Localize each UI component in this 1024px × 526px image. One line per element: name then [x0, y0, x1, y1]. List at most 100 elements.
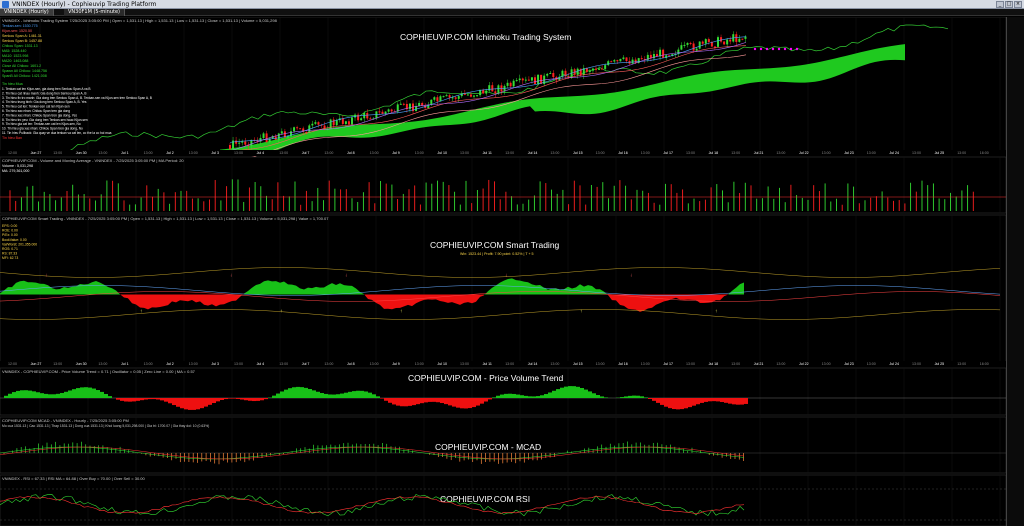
smart-stat: Val/Worst: 201,355.000 — [2, 242, 37, 246]
smart-stat: BookValue: 0.00 — [2, 238, 27, 242]
candle — [695, 48, 698, 51]
ichimoku-legend-item: MA10: 1523.998 — [2, 54, 28, 58]
pvt-area — [464, 398, 468, 409]
pvt-area — [4, 395, 8, 398]
pane-pvt[interactable]: VNINDEX - COPHIEUVIP.COM - Price Volume … — [0, 367, 1007, 416]
time-tick: 13:00 — [731, 362, 740, 366]
time-tick: Jul 18 — [709, 151, 719, 155]
projection-dot — [771, 47, 775, 51]
smart-area — [384, 294, 388, 309]
smart-area — [16, 281, 20, 295]
tab-vn30f1m[interactable]: VN30F1M (5-minute) — [64, 9, 126, 16]
pvt-area — [476, 398, 480, 406]
smart-area — [368, 294, 372, 300]
pvt-area — [492, 397, 496, 398]
buy-signals-title: Tin hieu Mua — [2, 82, 23, 86]
smart-area — [404, 294, 408, 307]
pvt-area — [532, 396, 536, 398]
pvt-area — [660, 398, 664, 405]
pvt-area — [668, 398, 672, 409]
pvt-area — [276, 393, 280, 398]
pvt-area — [144, 398, 148, 400]
candle — [402, 103, 405, 105]
pane-volume[interactable]: COPHIEUVIP.COM - Volume and Moving Avera… — [0, 156, 1007, 214]
buy-signal-line: 6. Tin hieu xac nhan: Chikou Span tren g… — [2, 109, 70, 113]
minimize-button[interactable]: _ — [996, 1, 1004, 8]
pvt-area — [708, 398, 712, 402]
pane-header-smart: COPHIEUVIP.COM Smart Trading - VNINDEX -… — [2, 216, 329, 221]
pane-smart[interactable]: COPHIEUVIP.COM Smart Trading - VNINDEX -… — [0, 214, 1007, 367]
smart-area — [280, 281, 284, 295]
chart-workspace[interactable]: VNINDEX - Ichimoku Trading System 7/25/2… — [0, 17, 1024, 526]
pvt-area — [540, 395, 544, 398]
smart-area — [216, 294, 220, 307]
smart-area — [716, 294, 720, 301]
pane-ichimoku[interactable]: VNINDEX - Ichimoku Trading System 7/25/2… — [0, 17, 1007, 162]
pvt-area — [628, 395, 632, 398]
signal-arrow: ↓ — [630, 273, 633, 279]
smart-area — [196, 294, 200, 303]
candle — [485, 90, 488, 94]
ichimoku-legend-item: Spawn All Chikou: 1448.756 — [2, 69, 47, 73]
candle — [720, 37, 723, 42]
tab-vnindex-hourly[interactable]: VNINDEX (Hourly) — [0, 9, 54, 16]
pvt-area — [404, 398, 408, 407]
pvt-area — [388, 398, 392, 403]
candle — [293, 127, 296, 132]
pvt-area — [444, 398, 448, 405]
candle — [607, 61, 610, 66]
candle — [552, 72, 555, 78]
pane-macd[interactable]: COPHIEUVIP.COM MCAD - VNINDEX - Hourly -… — [0, 416, 1007, 474]
candle — [698, 41, 701, 49]
pvt-area — [392, 398, 396, 405]
pvt-area — [360, 390, 364, 398]
smart-area — [532, 284, 536, 295]
smart-area — [148, 294, 152, 310]
pvt-area — [520, 395, 524, 398]
pvt-area — [304, 387, 308, 398]
smart-area — [272, 281, 276, 295]
pvt-area — [672, 398, 676, 410]
time-tick: Jul 17 — [663, 151, 673, 155]
pvt-area — [652, 398, 656, 401]
volume-legend-item: MA: 279,361,000 — [2, 169, 29, 173]
candle — [494, 91, 497, 94]
pane-rsi[interactable]: VNINDEX - RSI = 67.33 | RSI MA = 64.88 |… — [0, 474, 1007, 526]
candle — [433, 97, 436, 100]
candle — [476, 95, 479, 97]
smart-area — [264, 280, 268, 295]
candle — [378, 111, 381, 113]
smart-area — [44, 283, 48, 295]
time-tick: 13:00 — [144, 151, 153, 155]
pvt-area — [600, 396, 604, 398]
candle — [726, 39, 729, 45]
pvt-area — [344, 392, 348, 398]
pvt-area — [696, 398, 700, 405]
pvt-area — [20, 390, 24, 398]
smart-area — [520, 280, 524, 295]
pvt-area — [244, 398, 248, 401]
candle — [741, 38, 744, 40]
time-tick: 13:00 — [98, 151, 107, 155]
candle — [497, 85, 500, 94]
candle — [277, 133, 280, 140]
pvt-area — [128, 398, 132, 402]
pvt-area — [232, 398, 236, 399]
time-tick: Jul 14 — [528, 151, 538, 155]
candle — [729, 39, 732, 42]
pvt-area — [84, 387, 88, 398]
candle — [521, 78, 524, 81]
pvt-area — [88, 387, 92, 398]
pvt-area — [724, 398, 728, 403]
smart-area — [20, 280, 24, 295]
smart-area — [448, 294, 452, 303]
smart-area — [340, 283, 344, 295]
time-tick: Jul 22 — [799, 362, 809, 366]
watermark-pvt: COPHIEUVIP.COM - Price Volume Trend — [408, 373, 564, 383]
candle — [713, 46, 716, 48]
time-tick: Jul 10 — [437, 151, 447, 155]
candle — [625, 57, 628, 61]
pvt-area — [24, 390, 28, 398]
close-button[interactable]: × — [1014, 1, 1022, 8]
maximize-button[interactable]: □ — [1005, 1, 1013, 8]
